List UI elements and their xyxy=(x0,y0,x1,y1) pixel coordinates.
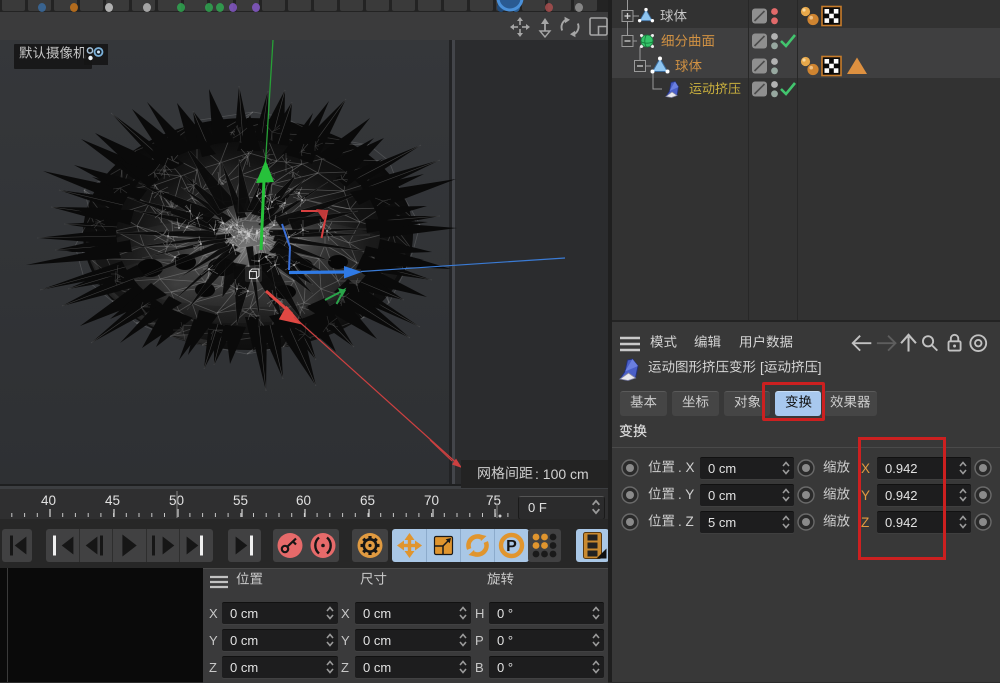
svg-text:P: P xyxy=(506,538,517,555)
